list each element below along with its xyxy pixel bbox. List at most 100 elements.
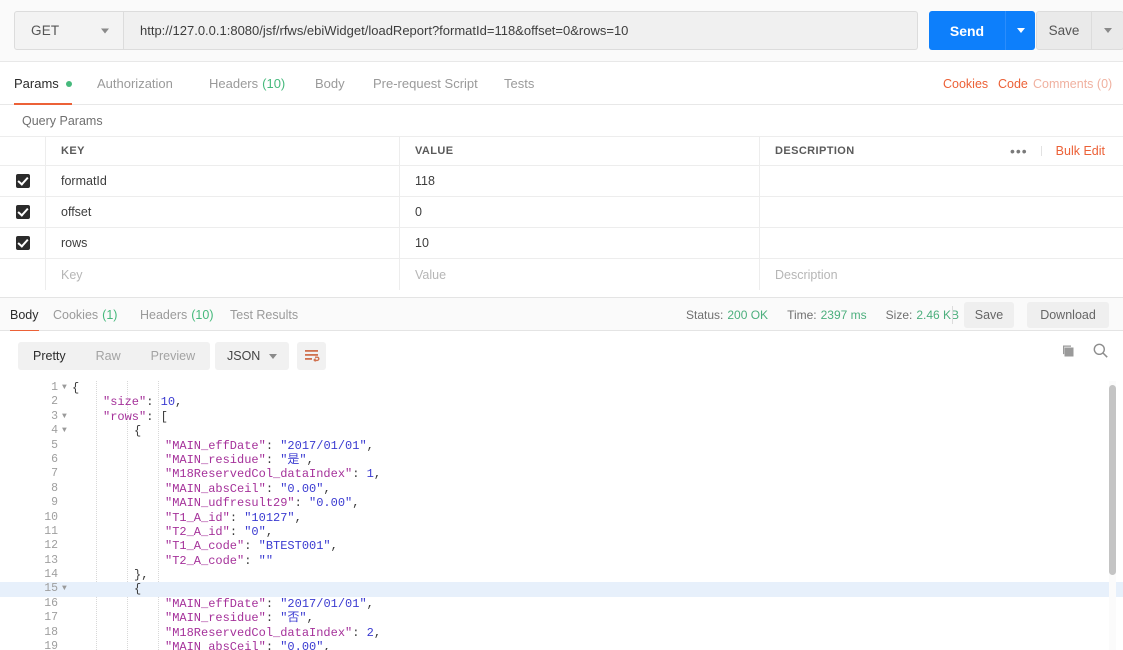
cookies-link[interactable]: Cookies [943, 62, 988, 105]
row-key[interactable]: rows [46, 228, 400, 258]
tab-pre-request-script[interactable]: Pre-request Script [373, 62, 478, 105]
tab-headers[interactable]: Headers (10) [209, 62, 285, 105]
json-line[interactable]: 1 ▼ { [0, 381, 1123, 395]
row-description[interactable] [760, 197, 1123, 227]
json-line[interactable]: 18 "M18ReservedCol_dataIndex": 2, [0, 626, 1123, 640]
json-line[interactable]: 12 "T1_A_code": "BTEST001", [0, 539, 1123, 553]
json-token: : [146, 395, 161, 410]
json-token: "T1_A_id" [165, 510, 230, 525]
viewer-scrollbar-track[interactable] [1109, 381, 1116, 650]
json-token: "BTEST001" [258, 539, 331, 554]
viewer-scrollbar-thumb[interactable] [1109, 385, 1116, 575]
json-line[interactable]: 10 "T1_A_id": "10127", [0, 511, 1123, 525]
fold-toggle-icon[interactable]: ▼ [62, 582, 67, 596]
row-description[interactable] [760, 166, 1123, 196]
send-button-group: Send [929, 11, 1035, 50]
json-line[interactable]: 4 ▼ { [0, 424, 1123, 438]
http-method-dropdown[interactable]: GET [14, 11, 124, 50]
json-token: "2017/01/01" [280, 596, 367, 611]
code-link[interactable]: Code [998, 62, 1028, 105]
view-mode-raw[interactable]: Raw [81, 342, 136, 370]
json-token: 1 [366, 467, 374, 482]
fold-toggle-icon[interactable]: ▼ [62, 381, 67, 395]
table-row[interactable]: formatId 118 [0, 166, 1123, 197]
row-value[interactable]: 0 [400, 197, 760, 227]
json-token: , [352, 496, 360, 511]
new-key-input[interactable]: Key [46, 259, 400, 290]
row-value[interactable]: 10 [400, 228, 760, 258]
response-body-json-viewer[interactable]: 1 ▼ {2 "size": 10, 3 ▼ "rows": [4 ▼ {5 "MAIN_effD… [0, 381, 1123, 650]
row-checkbox[interactable] [15, 174, 30, 188]
json-line-list: 1 ▼ {2 "size": 10, 3 ▼ "rows": [4 ▼ {5 "MAIN_effD… [0, 381, 1123, 650]
json-line-code: "M18ReservedCol_dataIndex": 1, [165, 467, 381, 481]
json-line[interactable]: 8 "MAIN_absCeil": "0.00", [0, 482, 1123, 496]
json-line-number: 2 [51, 395, 58, 409]
json-token: "" [258, 553, 274, 568]
word-wrap-button[interactable] [297, 342, 326, 370]
json-line-number: 12 [44, 539, 58, 553]
search-button[interactable] [1092, 342, 1109, 364]
json-line-code: { [72, 381, 79, 395]
json-line[interactable]: 9 "MAIN_udfresult29": "0.00", [0, 496, 1123, 510]
json-line[interactable]: 5 "MAIN_effDate": "2017/01/01", [0, 439, 1123, 453]
send-options-button[interactable] [1005, 11, 1035, 50]
save-request-button[interactable]: Save [1036, 11, 1092, 50]
bulk-edit-button[interactable]: Bulk Edit [1056, 144, 1105, 158]
response-tab-body[interactable]: Body [10, 298, 39, 332]
fold-toggle-icon[interactable]: ▼ [62, 424, 67, 438]
copy-button[interactable] [1060, 343, 1076, 364]
json-line-number: 9 [51, 496, 58, 510]
row-key[interactable]: formatId [46, 166, 400, 196]
row-description[interactable] [760, 228, 1123, 258]
json-line-number: 16 [44, 596, 58, 610]
url-input[interactable]: http://127.0.0.1:8080/jsf/rfws/ebiWidget… [124, 11, 918, 50]
row-value[interactable]: 118 [400, 166, 760, 196]
tab-body[interactable]: Body [315, 62, 345, 105]
json-line[interactable]: 7 "M18ReservedCol_dataIndex": 1, [0, 467, 1123, 481]
comments-link[interactable]: Comments (0) [1033, 62, 1112, 105]
send-button[interactable]: Send [929, 11, 1005, 50]
json-line-number: 5 [51, 438, 58, 452]
table-row[interactable]: offset 0 [0, 197, 1123, 228]
json-line[interactable]: 13 "T2_A_code": "" [0, 554, 1123, 568]
table-row[interactable]: rows 10 [0, 228, 1123, 259]
json-token: { [134, 424, 142, 439]
new-value-input[interactable]: Value [400, 259, 760, 290]
table-row-empty[interactable]: Key Value Description [0, 259, 1123, 290]
tab-params[interactable]: Params [14, 62, 72, 105]
save-response-button[interactable]: Save [964, 302, 1014, 328]
json-line[interactable]: 15 ▼ { [0, 582, 1123, 597]
body-format-dropdown[interactable]: JSON [215, 342, 289, 370]
row-checkbox[interactable] [15, 205, 30, 219]
response-tab-cookies[interactable]: Cookies (1) [53, 298, 117, 332]
download-response-button[interactable]: Download [1027, 302, 1109, 328]
view-mode-pretty[interactable]: Pretty [18, 342, 81, 370]
tab-authorization[interactable]: Authorization [97, 62, 173, 105]
json-line[interactable]: 16 "MAIN_effDate": "2017/01/01", [0, 597, 1123, 611]
json-line-code: { [134, 582, 141, 596]
new-description-input[interactable]: Description [760, 259, 1123, 290]
save-options-button[interactable] [1092, 11, 1123, 50]
status-label: Status: [686, 308, 724, 322]
json-line-code: "T2_A_code": "" [165, 554, 273, 568]
json-line-code: "T1_A_id": "10127", [165, 511, 302, 525]
json-line[interactable]: 11 "T2_A_id": "0", [0, 525, 1123, 539]
tab-pre-request-script-label: Pre-request Script [373, 76, 478, 91]
json-line[interactable]: 3 ▼ "rows": [ [0, 410, 1123, 424]
more-options-icon[interactable]: ••• [1010, 144, 1042, 158]
row-checkbox[interactable] [15, 236, 30, 250]
json-line[interactable]: 19 "MAIN_absCeil": "0.00", [0, 640, 1123, 650]
json-token: , [373, 467, 382, 482]
row-key[interactable]: offset [46, 197, 400, 227]
tab-tests[interactable]: Tests [504, 62, 534, 105]
json-line[interactable]: 2 "size": 10, [0, 395, 1123, 409]
fold-toggle-icon[interactable]: ▼ [62, 410, 67, 424]
response-tab-headers[interactable]: Headers (10) [140, 298, 213, 332]
response-tab-test-results[interactable]: Test Results [230, 298, 298, 332]
json-line[interactable]: 14}, [0, 568, 1123, 582]
view-mode-preview[interactable]: Preview [136, 342, 210, 370]
code-link-label: Code [998, 76, 1028, 91]
json-line[interactable]: 6 "MAIN_residue": "是", [0, 453, 1123, 467]
status-value: 200 OK [727, 308, 769, 322]
json-line[interactable]: 17 "MAIN_residue": "否", [0, 611, 1123, 625]
